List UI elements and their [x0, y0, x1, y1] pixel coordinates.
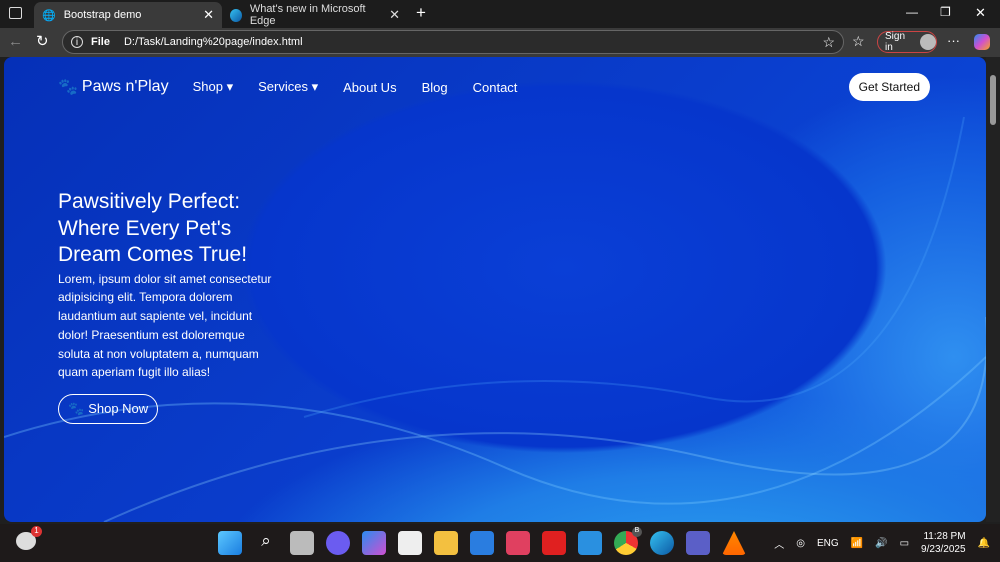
- clock[interactable]: 11:28 PM 9/23/2025: [921, 530, 966, 556]
- url-field[interactable]: i File D:/Task/Landing%20page/index.html…: [62, 30, 844, 54]
- globe-icon: 🌐: [42, 9, 56, 22]
- shop-now-button[interactable]: 🐾 Shop Now: [58, 394, 159, 425]
- close-window-button[interactable]: ✕: [975, 5, 986, 21]
- brand-logo[interactable]: 🐾 Paws n'Play: [58, 77, 169, 97]
- restore-button[interactable]: ❐: [940, 5, 951, 19]
- copilot-app-icon[interactable]: [362, 531, 386, 555]
- meet-icon[interactable]: [326, 531, 350, 555]
- paw-icon: 🐾: [68, 401, 85, 417]
- info-icon: i: [71, 36, 83, 48]
- volume-icon[interactable]: 🔊: [875, 538, 887, 549]
- notification-bell-icon[interactable]: 🔔: [978, 538, 990, 549]
- nav-shop[interactable]: Shop ▾: [193, 79, 234, 95]
- snipping-tool-icon[interactable]: [506, 531, 530, 555]
- hero-section: Pawsitively Perfect: Where Every Pet's D…: [58, 189, 278, 425]
- weather-widget[interactable]: 1: [16, 526, 42, 550]
- favorites-icon[interactable]: ☆: [852, 33, 865, 50]
- more-icon[interactable]: ···: [947, 33, 960, 48]
- app-icon[interactable]: [470, 531, 494, 555]
- close-tab-icon[interactable]: ✕: [203, 7, 214, 23]
- search-icon[interactable]: ⌕: [254, 531, 278, 555]
- store-icon[interactable]: [398, 531, 422, 555]
- nav-services[interactable]: Services ▾: [258, 79, 318, 95]
- edge-icon: [230, 8, 242, 22]
- avatar: [920, 34, 936, 50]
- navbar: 🐾 Paws n'Play Shop ▾ Services ▾ About Us …: [58, 71, 930, 103]
- hero-title: Pawsitively Perfect: Where Every Pet's D…: [58, 190, 248, 266]
- task-view-icon[interactable]: [290, 531, 314, 555]
- minimize-button[interactable]: —: [906, 5, 918, 19]
- start-icon[interactable]: [218, 531, 242, 555]
- vscode-icon[interactable]: [578, 531, 602, 555]
- refresh-icon[interactable]: ↻: [36, 32, 49, 50]
- nav-contact[interactable]: Contact: [473, 80, 518, 95]
- tab-actions-icon[interactable]: [9, 7, 22, 19]
- system-tray: ︿ ◎ ENG 📶 🔊 ▭ 11:28 PM 9/23/2025 🔔: [774, 524, 1000, 562]
- edge-taskbar-icon[interactable]: [650, 531, 674, 555]
- nav-about-us[interactable]: About Us: [343, 80, 396, 95]
- address-bar-row: ← ↻ i File D:/Task/Landing%20page/index.…: [0, 28, 1000, 57]
- tab-bar: 🌐 Bootstrap demo ✕ What's new in Microso…: [0, 0, 1000, 28]
- landing-page: 🐾 Paws n'Play Shop ▾ Services ▾ About Us …: [4, 57, 986, 522]
- youtube-icon[interactable]: [542, 531, 566, 555]
- hero-text: Lorem, ipsum dolor sit amet consectetur …: [58, 271, 272, 380]
- sign-in-button[interactable]: Sign in: [877, 31, 937, 53]
- new-tab-button[interactable]: +: [416, 3, 426, 23]
- tab-whats-new-edge[interactable]: What's new in Microsoft Edge ✕: [222, 2, 408, 28]
- file-explorer-icon[interactable]: [434, 531, 458, 555]
- tab-bootstrap-demo[interactable]: 🌐 Bootstrap demo ✕: [34, 2, 222, 28]
- paw-icon: 🐾: [58, 79, 78, 96]
- favorite-star-icon[interactable]: ☆: [822, 34, 835, 51]
- vlc-icon[interactable]: [722, 531, 746, 555]
- show-hidden-icons[interactable]: ︿: [774, 536, 784, 551]
- teams-icon[interactable]: [686, 531, 710, 555]
- battery-icon[interactable]: ▭: [900, 538, 909, 549]
- wifi-icon[interactable]: 📶: [851, 538, 863, 549]
- close-tab-icon[interactable]: ✕: [389, 7, 400, 23]
- scrollbar-thumb[interactable]: [990, 75, 996, 125]
- nav-blog[interactable]: Blog: [422, 80, 448, 95]
- scrollbar[interactable]: [986, 57, 1000, 522]
- copilot-icon[interactable]: [974, 34, 990, 50]
- onedrive-icon[interactable]: ◎: [796, 538, 805, 549]
- language-indicator[interactable]: ENG: [817, 538, 839, 549]
- get-started-button[interactable]: Get Started: [848, 73, 930, 101]
- chrome-icon[interactable]: B: [614, 527, 642, 555]
- taskbar: 1 ⌕ B ︿ ◎ ENG 📶 🔊 ▭ 11:28 PM 9/23/2025 🔔: [0, 524, 1000, 562]
- back-icon[interactable]: ←: [8, 33, 23, 50]
